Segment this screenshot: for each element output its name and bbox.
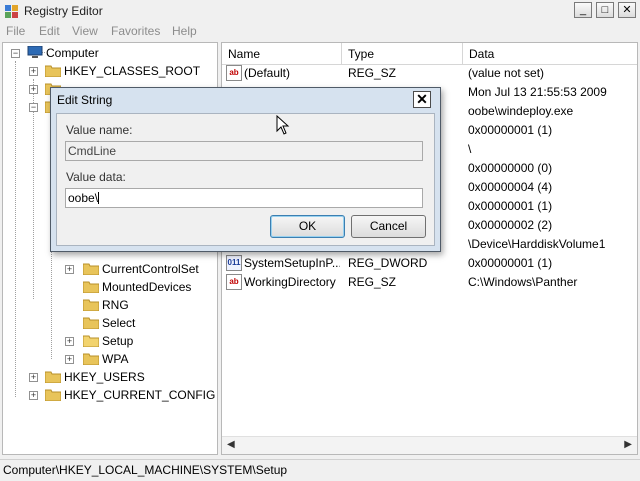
window-title: Registry Editor: [24, 4, 103, 18]
value-type: REG_SZ: [348, 66, 397, 80]
maximize-button[interactable]: □: [596, 2, 614, 18]
menu-help[interactable]: Help: [172, 24, 197, 38]
column-header-type[interactable]: Type: [342, 43, 463, 65]
close-button[interactable]: ✕: [618, 2, 636, 18]
value-data-label: Value data:: [66, 170, 126, 184]
folder-icon: [83, 299, 99, 311]
mouse-cursor-icon: [276, 115, 290, 135]
dialog-body: Value name: CmdLine Value data: oobe\ OK…: [56, 113, 435, 246]
folder-icon: [83, 353, 99, 365]
value-data-field[interactable]: oobe\: [65, 188, 423, 208]
folder-icon: [45, 389, 61, 401]
value-data: 0x00000001 (1): [468, 123, 553, 137]
registry-editor-icon: [5, 5, 18, 18]
value-data: 0x00000002 (2): [468, 218, 553, 232]
title-bar: Registry Editor _ □ ✕: [0, 0, 640, 22]
menu-favorites[interactable]: Favorites: [111, 24, 160, 38]
dword-value-icon: 011: [226, 255, 242, 271]
table-row[interactable]: 011 SystemSetupInP... REG_DWORD 0x000000…: [222, 254, 637, 273]
menu-bar: File Edit View Favorites Help: [0, 22, 640, 40]
value-data: 0x00000004 (4): [468, 180, 553, 194]
tree-label: Setup: [102, 334, 134, 348]
collapse-icon[interactable]: −: [11, 49, 20, 58]
scroll-left-icon[interactable]: ◀: [227, 439, 235, 450]
menu-view[interactable]: View: [72, 24, 98, 38]
value-data: oobe\windeploy.exe: [468, 104, 574, 118]
dialog-close-button[interactable]: ✕: [413, 91, 431, 108]
value-data: 0x00000001 (1): [468, 199, 553, 213]
value-name-label: Value name:: [66, 123, 133, 137]
value-type: REG_SZ: [348, 275, 397, 289]
cancel-button[interactable]: Cancel: [351, 215, 426, 238]
table-row[interactable]: ab WorkingDirectory REG_SZ C:\Windows\Pa…: [222, 273, 637, 292]
tree-label: CurrentControlSet: [102, 262, 199, 276]
expand-icon[interactable]: +: [65, 337, 74, 346]
folder-open-icon: [83, 335, 99, 347]
folder-icon: [83, 317, 99, 329]
value-name: (Default): [244, 66, 291, 80]
text-caret: [98, 192, 100, 204]
menu-file[interactable]: File: [6, 24, 25, 38]
expand-icon[interactable]: +: [29, 391, 38, 400]
tree-label: Computer: [46, 46, 99, 60]
value-name-field[interactable]: CmdLine: [65, 141, 423, 161]
ok-button[interactable]: OK: [270, 215, 345, 238]
expand-icon[interactable]: +: [29, 373, 38, 382]
value-name: SystemSetupInP...: [244, 256, 340, 270]
tree-label: HKEY_CURRENT_CONFIG: [64, 388, 216, 402]
value-data: Mon Jul 13 21:55:53 2009: [468, 85, 607, 99]
tree-label: HKEY_CLASSES_ROOT: [64, 64, 201, 78]
column-header-name[interactable]: Name: [222, 43, 342, 65]
collapse-icon[interactable]: −: [29, 103, 38, 112]
tree-label: RNG: [102, 298, 129, 312]
value-data: \Device\HarddiskVolume1: [468, 237, 606, 251]
expand-icon[interactable]: +: [29, 67, 38, 76]
status-bar: Computer\HKEY_LOCAL_MACHINE\SYSTEM\Setup: [0, 459, 640, 481]
expand-icon[interactable]: +: [29, 85, 38, 94]
value-data: (value not set): [468, 66, 545, 80]
tree-label: HKEY_USERS: [64, 370, 145, 384]
folder-icon: [83, 263, 99, 275]
table-row[interactable]: ab (Default) REG_SZ (value not set): [222, 64, 637, 83]
string-value-icon: ab: [226, 65, 242, 81]
folder-icon: [45, 65, 61, 77]
value-data: 0x00000001 (1): [468, 256, 553, 270]
value-data: 0x00000000 (0): [468, 161, 553, 175]
string-value-icon: ab: [226, 274, 242, 290]
expand-icon[interactable]: +: [65, 355, 74, 364]
horizontal-scrollbar[interactable]: ◀ ▶: [222, 436, 637, 454]
tree-label: WPA: [102, 352, 129, 366]
dialog-title: Edit String: [57, 93, 113, 107]
status-path: Computer\HKEY_LOCAL_MACHINE\SYSTEM\Setup: [3, 463, 288, 477]
value-data: C:\Windows\Panther: [468, 275, 578, 289]
folder-icon: [83, 281, 99, 293]
minimize-button[interactable]: _: [574, 2, 592, 18]
computer-icon: [27, 46, 43, 58]
folder-icon: [45, 371, 61, 383]
value-name: WorkingDirectory: [244, 275, 336, 289]
tree-label: Select: [102, 316, 136, 330]
menu-edit[interactable]: Edit: [39, 24, 60, 38]
expand-icon[interactable]: +: [65, 265, 74, 274]
edit-string-dialog: Edit String ✕ Value name: CmdLine Value …: [50, 87, 441, 252]
scroll-right-icon[interactable]: ▶: [624, 439, 632, 450]
column-header-data[interactable]: Data: [463, 43, 637, 65]
value-data: \: [468, 142, 472, 156]
value-type: REG_DWORD: [348, 256, 428, 270]
tree-label: MountedDevices: [102, 280, 192, 294]
value-data-text: oobe\: [68, 191, 99, 205]
